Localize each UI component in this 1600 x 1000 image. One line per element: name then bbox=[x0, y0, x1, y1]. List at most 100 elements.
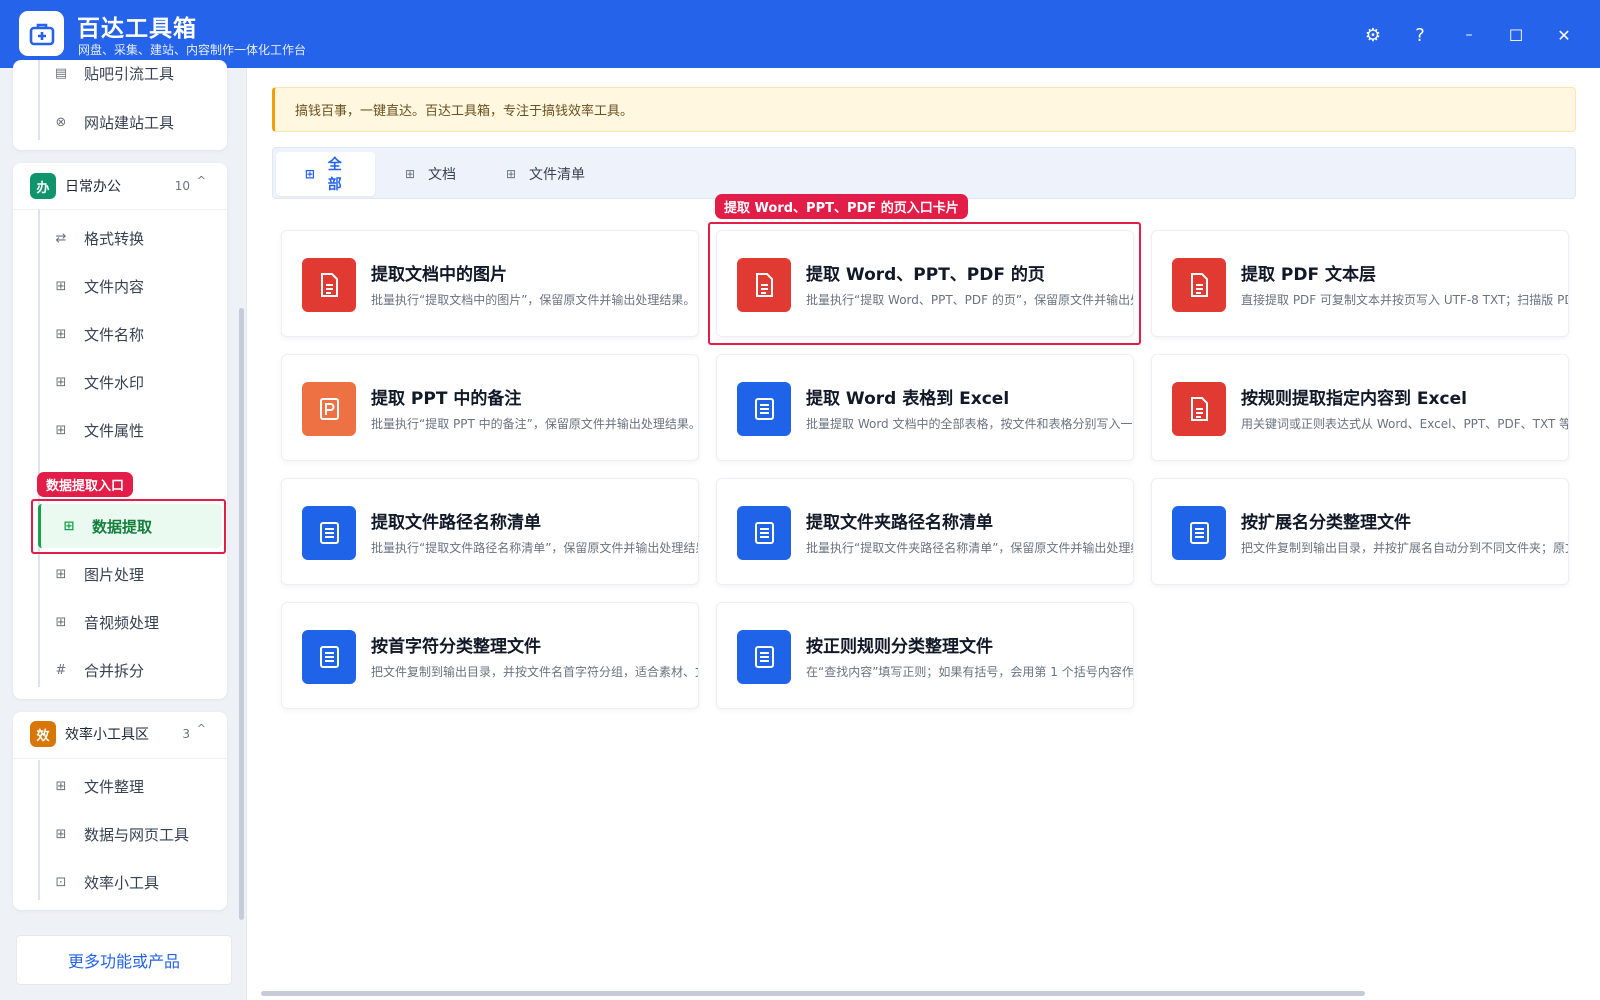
minimize-button[interactable]: – bbox=[1454, 20, 1484, 50]
chevron-up-icon[interactable]: ^ bbox=[197, 174, 206, 187]
maximize-button[interactable]: ☐ bbox=[1501, 20, 1531, 50]
sidebar-item-label: 网站建站工具 bbox=[84, 113, 175, 132]
office-badge: 办 bbox=[30, 173, 56, 199]
card-file-path-list[interactable]: 提取文件路径名称清单 批量执行“提取文件路径名称清单”，保留原文件并输出处理结果… bbox=[281, 478, 699, 585]
card-title: 提取 Word 表格到 Excel bbox=[806, 389, 1010, 409]
sidebar-item-format[interactable]: ⇄ 格式转换 bbox=[30, 216, 212, 260]
more-products-button[interactable]: 更多功能或产品 bbox=[16, 935, 232, 985]
grid-icon: ⊞ bbox=[304, 167, 315, 181]
pdf-doc-icon bbox=[302, 258, 356, 312]
sidebar-item-label: 格式转换 bbox=[84, 229, 145, 248]
card-title: 按正则规则分类整理文件 bbox=[806, 637, 993, 657]
grid-icon: ⊞ bbox=[55, 778, 67, 794]
sidebar-item-filename[interactable]: ⊞ 文件名称 bbox=[30, 312, 212, 356]
pdf-doc-icon bbox=[1172, 382, 1226, 436]
sidebar-item-label: 文件属性 bbox=[84, 421, 145, 440]
notice-banner: 搞钱百事，一键直达。百达工具箱，专注于搞钱效率工具。 bbox=[272, 87, 1576, 132]
sidebar-item-watermark[interactable]: ⊞ 文件水印 bbox=[30, 360, 212, 404]
doc-icon bbox=[302, 630, 356, 684]
card-title: 提取文件夹路径名称清单 bbox=[806, 513, 993, 533]
group-header-efficiency[interactable]: 效 效率小工具区 3 ^ bbox=[30, 716, 226, 752]
sidebar-item-website[interactable]: ⊗ 网站建站工具 bbox=[30, 100, 212, 144]
sidebar-item-content[interactable]: ⊞ 文件内容 bbox=[30, 264, 212, 308]
group-header-office[interactable]: 办 日常办公 10 ^ bbox=[30, 168, 226, 204]
annotation-tag-sidebar: 数据提取入口 bbox=[37, 472, 134, 497]
list-icon: ▤ bbox=[54, 65, 68, 81]
sidebar-item-label: 合并拆分 bbox=[84, 661, 145, 680]
annotation-tag-card: 提取 Word、PPT、PDF 的页入口卡片 bbox=[715, 194, 968, 219]
globe-icon: ⊗ bbox=[55, 114, 67, 130]
sidebar-item-small-tools[interactable]: ⊡ 效率小工具 bbox=[30, 860, 212, 904]
tab-label: 文件清单 bbox=[529, 167, 585, 183]
sidebar-item-web-tools[interactable]: ⊞ 数据与网页工具 bbox=[30, 812, 212, 856]
sidebar-item-label: 效率小工具 bbox=[84, 873, 160, 892]
card-extract-pdf-text[interactable]: 提取 PDF 文本层 直接提取 PDF 可复制文本并按页写入 UTF-8 TXT… bbox=[1151, 230, 1569, 337]
tab-bar: ⊞ 全部 ⊞ 文档 ⊞ 文件清单 bbox=[272, 147, 1576, 199]
sidebar-item-av[interactable]: ⊞ 音视频处理 bbox=[30, 600, 212, 644]
card-word-table-excel[interactable]: 提取 Word 表格到 Excel 批量提取 Word 文档中的全部表格，按文件… bbox=[716, 354, 1134, 461]
card-desc: 在“查找内容”填写正则；如果有括号，会用第 1 个括号内容作为分类文件夹名。 bbox=[806, 665, 1134, 679]
sidebar-item-label: 数据与网页工具 bbox=[84, 825, 190, 844]
tab-label: 全部 bbox=[327, 157, 342, 193]
settings-icon[interactable]: ⚙ bbox=[1358, 20, 1388, 50]
card-desc: 直接提取 PDF 可复制文本并按页写入 UTF-8 TXT；扫描版 PDF 请使… bbox=[1241, 293, 1568, 307]
sidebar-item-label: 文件整理 bbox=[84, 777, 145, 796]
doc-icon bbox=[1172, 506, 1226, 560]
highlight-box-sidebar bbox=[31, 499, 226, 554]
help-icon[interactable]: ? bbox=[1405, 20, 1435, 50]
sidebar-item-organize[interactable]: ⊞ 文件整理 bbox=[30, 764, 212, 808]
close-button[interactable]: ✕ bbox=[1549, 20, 1579, 50]
grid-icon: ⊞ bbox=[55, 374, 67, 390]
card-desc: 把文件复制到输出目录，并按扩展名自动分到不同文件夹；原文件不变。 bbox=[1241, 541, 1568, 555]
sidebar-item-attributes[interactable]: ⊞ 文件属性 bbox=[30, 408, 212, 452]
chevron-up-icon[interactable]: ^ bbox=[197, 722, 206, 735]
card-sort-by-regex[interactable]: 按正则规则分类整理文件 在“查找内容”填写正则；如果有括号，会用第 1 个括号内… bbox=[716, 602, 1134, 709]
group-count: 3 bbox=[182, 727, 190, 741]
tab-file-list[interactable]: ⊞ 文件清单 bbox=[477, 152, 605, 196]
card-extract-ppt-notes[interactable]: 提取 PPT 中的备注 批量执行“提取 PPT 中的备注”，保留原文件并输出处理… bbox=[281, 354, 699, 461]
swap-icon: ⇄ bbox=[55, 230, 67, 246]
grid-icon: ⊞ bbox=[55, 614, 67, 630]
sidebar-item-label: 文件名称 bbox=[84, 325, 145, 344]
sidebar-item-tieba[interactable]: ▤ 贴吧引流工具 bbox=[30, 51, 212, 95]
doc-icon bbox=[737, 506, 791, 560]
group-title: 效率小工具区 bbox=[65, 727, 149, 743]
sidebar-item-label: 贴吧引流工具 bbox=[84, 64, 175, 83]
card-title: 按规则提取指定内容到 Excel bbox=[1241, 389, 1467, 409]
doc-icon bbox=[302, 506, 356, 560]
grid-icon: ⊞ bbox=[55, 326, 67, 342]
app-title: 百达工具箱 bbox=[77, 16, 197, 42]
pdf-doc-icon bbox=[1172, 258, 1226, 312]
group-count: 10 bbox=[174, 179, 190, 193]
sidebar-item-image[interactable]: ⊞ 图片处理 bbox=[30, 552, 212, 596]
card-sort-by-extension[interactable]: 按扩展名分类整理文件 把文件复制到输出目录，并按扩展名自动分到不同文件夹；原文件… bbox=[1151, 478, 1569, 585]
card-sort-by-first-char[interactable]: 按首字符分类整理文件 把文件复制到输出目录，并按文件名首字符分组，适合素材、文档… bbox=[281, 602, 699, 709]
card-desc: 把文件复制到输出目录，并按文件名首字符分组，适合素材、文档归档。 bbox=[371, 665, 698, 679]
card-folder-path-list[interactable]: 提取文件夹路径名称清单 批量执行“提取文件夹路径名称清单”，保留原文件并输出处理… bbox=[716, 478, 1134, 585]
card-title: 提取文档中的图片 bbox=[371, 265, 507, 285]
card-title: 提取文件路径名称清单 bbox=[371, 513, 541, 533]
app-logo bbox=[19, 11, 64, 56]
card-title: 按首字符分类整理文件 bbox=[371, 637, 541, 657]
card-desc: 批量执行“提取 PPT 中的备注”，保留原文件并输出处理结果。 bbox=[371, 417, 699, 431]
card-extract-images[interactable]: 提取文档中的图片 批量执行“提取文档中的图片”，保留原文件并输出处理结果。 bbox=[281, 230, 699, 337]
horizontal-scrollbar[interactable] bbox=[261, 991, 1365, 996]
card-title: 提取 PPT 中的备注 bbox=[371, 389, 522, 409]
hash-icon: # bbox=[55, 662, 67, 678]
grid-icon: ⊞ bbox=[55, 278, 67, 294]
doc-icon bbox=[737, 630, 791, 684]
tab-all[interactable]: ⊞ 全部 bbox=[276, 152, 375, 196]
grid-icon: ⊞ bbox=[55, 422, 67, 438]
group-title: 日常办公 bbox=[65, 179, 121, 195]
sidebar-item-label: 音视频处理 bbox=[84, 613, 160, 632]
card-desc: 批量提取 Word 文档中的全部表格，按文件和表格分别写入一个 Excel。 bbox=[806, 417, 1134, 431]
sidebar-item-merge[interactable]: # 合并拆分 bbox=[30, 648, 212, 692]
tab-docs[interactable]: ⊞ 文档 bbox=[376, 152, 476, 196]
card-rule-extract-excel[interactable]: 按规则提取指定内容到 Excel 用关键词或正则表达式从 Word、Excel、… bbox=[1151, 354, 1569, 461]
card-desc: 批量执行“提取文件夹路径名称清单”，保留原文件并输出处理结果。 bbox=[806, 541, 1134, 555]
grid-icon: ⊞ bbox=[404, 167, 416, 181]
toolbox-icon bbox=[29, 23, 54, 45]
card-title: 提取 PDF 文本层 bbox=[1241, 265, 1377, 285]
sidebar-item-label: 文件水印 bbox=[84, 373, 145, 392]
sidebar-scrollbar[interactable] bbox=[239, 308, 244, 920]
